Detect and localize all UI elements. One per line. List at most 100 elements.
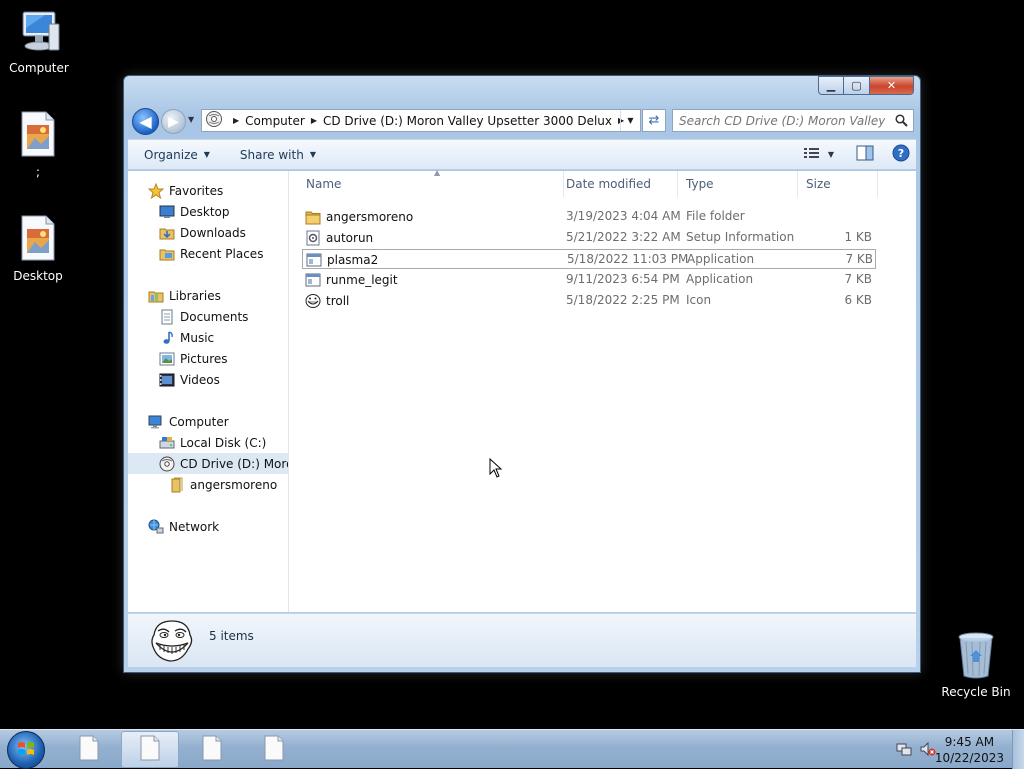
share-with-label: Share with [239, 147, 304, 162]
file-row[interactable]: angersmoreno 3/19/2023 4:04 AM File fold… [302, 207, 876, 227]
file-name: autorun [326, 231, 374, 245]
file-type: Setup Information [686, 230, 795, 244]
clock[interactable]: 9:45 AM 10/22/2023 [935, 734, 1004, 766]
nav-label: Videos [180, 372, 220, 387]
file-name: angersmoreno [326, 210, 414, 224]
taskbar-button-1[interactable] [60, 731, 118, 768]
nav-downloads[interactable]: Downloads [159, 222, 246, 243]
nav-desktop[interactable]: Desktop [159, 201, 230, 222]
view-list-icon [803, 147, 820, 162]
breadcrumb-cd-drive[interactable]: CD Drive (D:) Moron Valley Upsetter 3000… [323, 114, 612, 128]
preview-pane-button[interactable] [856, 145, 874, 164]
file-name: troll [326, 294, 350, 308]
nav-angersmoreno[interactable]: angersmoreno [169, 474, 277, 495]
taskbar-button-4[interactable] [245, 731, 303, 768]
change-view-button[interactable]: ▼ [803, 147, 834, 162]
file-row[interactable]: troll 5/18/2022 2:25 PM Icon 6 KB [302, 291, 876, 311]
address-bar[interactable]: ▶ Computer ▶ CD Drive (D:) Moron Valley … [201, 109, 641, 132]
desktop-icon-file-2[interactable]: Desktop [0, 214, 76, 283]
desktop-icon [159, 204, 175, 220]
column-label: Date modified [566, 177, 652, 191]
navigation-pane[interactable]: Favorites Desktop Downloads Recent Place… [128, 171, 289, 612]
volume-muted-icon[interactable] [920, 741, 936, 760]
nav-libraries[interactable]: Libraries [148, 285, 221, 306]
file-row[interactable]: autorun 5/21/2022 3:22 AM Setup Informat… [302, 228, 876, 248]
desktop-icon-computer[interactable]: Computer [1, 10, 77, 75]
maximize-button[interactable]: ▢ [844, 76, 870, 95]
network-icon [148, 519, 164, 535]
nav-documents[interactable]: Documents [159, 306, 248, 327]
start-button[interactable] [7, 731, 45, 769]
explorer-window[interactable]: ▁ ▢ ✕ ◀ ▶ ▼ ▶ Computer ▶ CD Drive (D:) M… [123, 75, 921, 673]
close-button[interactable]: ✕ [870, 76, 914, 95]
windows-logo-icon [16, 739, 36, 762]
content-area: Favorites Desktop Downloads Recent Place… [128, 168, 916, 612]
nav-computer[interactable]: Computer [148, 411, 229, 432]
application-icon [306, 252, 322, 268]
nav-recent-places[interactable]: Recent Places [159, 243, 263, 264]
organize-button[interactable]: Organize ▼ [144, 148, 210, 162]
chevron-down-icon: ▼ [203, 150, 210, 159]
folder-icon [169, 477, 185, 493]
column-header-name[interactable]: Name ▲ [298, 168, 564, 197]
file-list-pane[interactable]: Name ▲ Date modified Type Size angersmor… [290, 168, 916, 612]
column-header-size[interactable]: Size [798, 171, 878, 197]
file-date: 5/18/2022 2:25 PM [566, 293, 680, 307]
clock-time: 9:45 AM [944, 735, 995, 749]
desktop-icon-recycle-bin[interactable]: Recycle Bin [938, 630, 1014, 699]
recent-places-icon [159, 246, 175, 262]
star-icon [148, 182, 164, 199]
nav-local-disk[interactable]: Local Disk (C:) [159, 432, 266, 453]
desktop-icon-label: Desktop [13, 269, 63, 283]
search-box[interactable] [672, 109, 914, 132]
taskbar-button-3[interactable] [183, 731, 241, 768]
document-icon [263, 735, 285, 764]
file-name-cell: angersmoreno [305, 209, 413, 225]
breadcrumb-separator-icon[interactable]: ▶ [311, 116, 317, 125]
file-type: Application [687, 252, 755, 266]
pictures-icon [159, 351, 175, 367]
file-name-cell: autorun [305, 230, 373, 246]
search-icon[interactable] [895, 114, 908, 130]
forward-button[interactable]: ▶ [161, 109, 186, 134]
image-file-icon [0, 214, 76, 265]
nav-network[interactable]: Network [148, 516, 219, 537]
file-name: plasma2 [327, 253, 379, 267]
nav-label: Documents [180, 309, 249, 324]
view-controls: ▼ ? [794, 144, 910, 165]
taskbar-button-2[interactable] [121, 731, 179, 768]
back-button[interactable]: ◀ [132, 108, 159, 135]
network-tray-icon[interactable] [896, 741, 912, 760]
minimize-button[interactable]: ▁ [818, 76, 844, 95]
document-icon [139, 735, 161, 764]
column-header-type[interactable]: Type [678, 171, 798, 197]
column-header-date[interactable]: Date modified [558, 171, 678, 197]
file-type: File folder [686, 209, 745, 223]
nav-label: Favorites [169, 183, 224, 198]
refresh-button[interactable]: ⇄ [642, 109, 666, 132]
arrow-right-icon: ▶ [168, 113, 179, 130]
nav-pictures[interactable]: Pictures [159, 348, 228, 369]
breadcrumb-computer[interactable]: Computer [245, 114, 305, 128]
address-dropdown-button[interactable]: ▼ [620, 110, 640, 131]
file-row[interactable]: runme_legit 9/11/2023 6:54 PM Applicatio… [302, 270, 876, 290]
nav-label: angersmoreno [190, 477, 278, 492]
help-button[interactable]: ? [892, 144, 910, 165]
document-icon [201, 735, 223, 764]
nav-videos[interactable]: Videos [159, 369, 220, 390]
file-name-cell: runme_legit [305, 272, 398, 288]
file-row[interactable]: plasma2 5/18/2022 11:03 PM Application 7… [302, 249, 876, 269]
recent-pages-dropdown[interactable]: ▼ [188, 115, 194, 124]
downloads-folder-icon [159, 225, 175, 241]
breadcrumb-separator-icon[interactable]: ▶ [233, 116, 239, 125]
desktop-icon-file-1[interactable]: ; [0, 110, 76, 179]
nav-cd-drive[interactable]: CD Drive (D:) Moron [128, 453, 288, 474]
nav-music[interactable]: Music [159, 327, 214, 348]
share-with-button[interactable]: Share with ▼ [240, 148, 316, 162]
show-desktop-button[interactable] [1012, 730, 1024, 769]
music-icon [159, 330, 175, 346]
nav-favorites[interactable]: Favorites [148, 180, 223, 201]
chevron-down-icon[interactable]: ▼ [828, 150, 834, 159]
search-input[interactable] [673, 110, 885, 131]
setup-info-icon [305, 230, 321, 246]
